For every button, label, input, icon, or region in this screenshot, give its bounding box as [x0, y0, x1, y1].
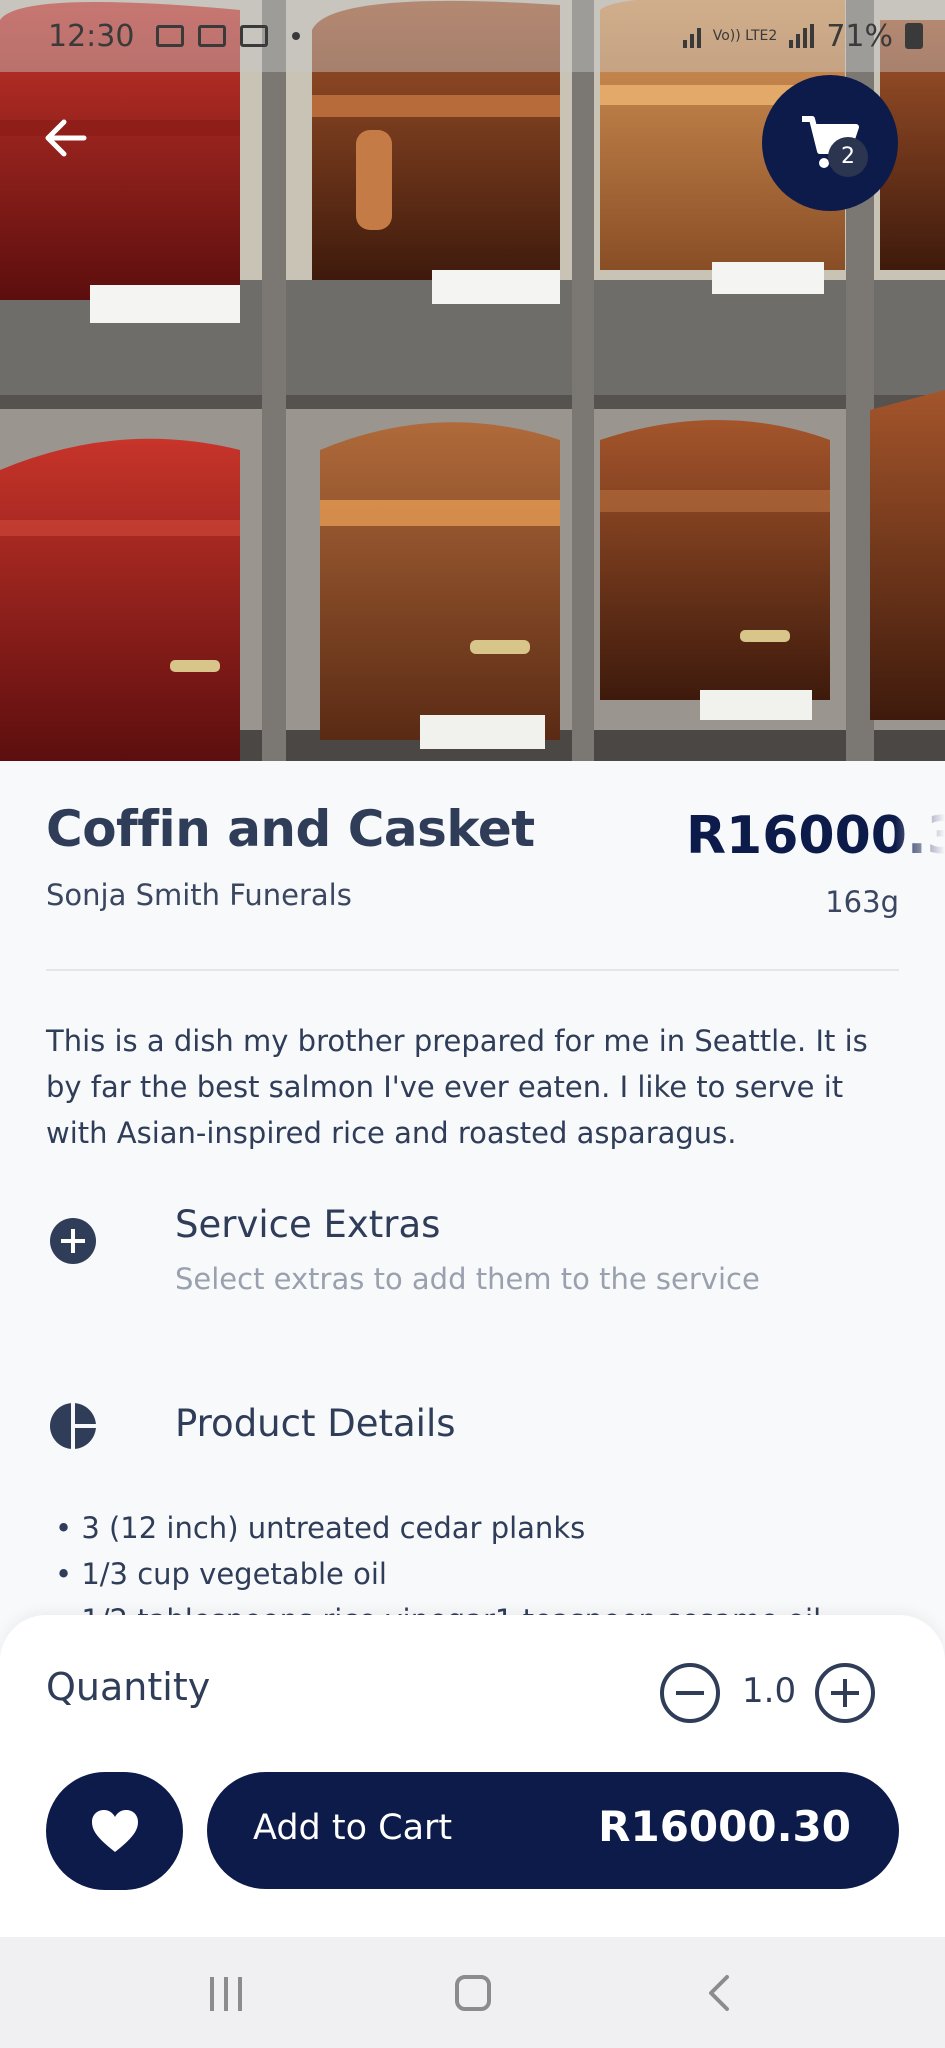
battery-icon — [905, 23, 923, 49]
cell-signal-icon — [789, 24, 815, 48]
product-details-title: Product Details — [175, 1402, 456, 1445]
plus-circle-icon[interactable] — [50, 1218, 96, 1264]
cart-count-badge: 2 — [828, 137, 868, 177]
system-back-button[interactable] — [705, 1973, 735, 2013]
status-bar: 12:30 Vo)) LTE2 71% — [0, 0, 945, 72]
add-to-cart-label: Add to Cart — [253, 1808, 453, 1848]
image-notification-icon — [156, 25, 185, 47]
product-weight: 163g — [825, 885, 899, 919]
arrow-left-icon — [45, 119, 87, 157]
product-hero: 12:30 Vo)) LTE2 71% 2 — [0, 0, 945, 761]
pie-chart-icon — [50, 1403, 96, 1449]
more-notifications-icon — [292, 32, 301, 40]
quantity-label: Quantity — [46, 1665, 211, 1709]
add-to-cart-price: R16000.30 — [598, 1802, 851, 1851]
service-extras-subtitle: Select extras to add them to the service — [175, 1262, 760, 1296]
heart-icon — [92, 1810, 138, 1852]
quantity-decrease-button[interactable] — [660, 1663, 720, 1723]
notification-icons — [156, 25, 301, 47]
product-price: R16000.30 — [686, 806, 945, 870]
quantity-value: 1.0 — [742, 1671, 797, 1711]
list-item: 1/3 cup vegetable oil — [55, 1551, 895, 1597]
network-type: Vo)) LTE2 — [712, 28, 778, 44]
list-item: 3 (12 inch) untreated cedar planks — [55, 1505, 895, 1551]
purchase-sheet: Quantity 1.0 Add to Cart R16000.30 — [0, 1615, 945, 1937]
add-to-cart-button[interactable]: Add to Cart R16000.30 — [207, 1772, 899, 1889]
product-description: This is a dish my brother prepared for m… — [46, 1024, 868, 1150]
status-time: 12:30 — [48, 18, 135, 54]
voicemail-notification-icon — [240, 25, 269, 47]
back-button[interactable] — [38, 110, 94, 166]
favorite-button[interactable] — [46, 1772, 183, 1890]
quantity-increase-button[interactable] — [815, 1663, 875, 1723]
wifi-signal-icon — [682, 24, 701, 48]
cart-button[interactable]: 2 — [762, 75, 898, 211]
home-button[interactable] — [455, 1975, 491, 2011]
battery-percent: 71% — [826, 18, 893, 54]
product-title: Coffin and Casket — [46, 800, 535, 858]
service-extras-title[interactable]: Service Extras — [175, 1203, 440, 1246]
mail-notification-icon — [198, 25, 227, 47]
product-details-list: 3 (12 inch) untreated cedar planks 1/3 c… — [55, 1505, 895, 1615]
divider — [46, 969, 899, 971]
list-item: 1/2 tablespoons rice vinegar1 teaspoon s… — [55, 1597, 895, 1615]
product-vendor: Sonja Smith Funerals — [46, 878, 352, 912]
system-nav-bar — [0, 1937, 945, 2048]
recent-apps-button[interactable] — [210, 1977, 246, 2011]
